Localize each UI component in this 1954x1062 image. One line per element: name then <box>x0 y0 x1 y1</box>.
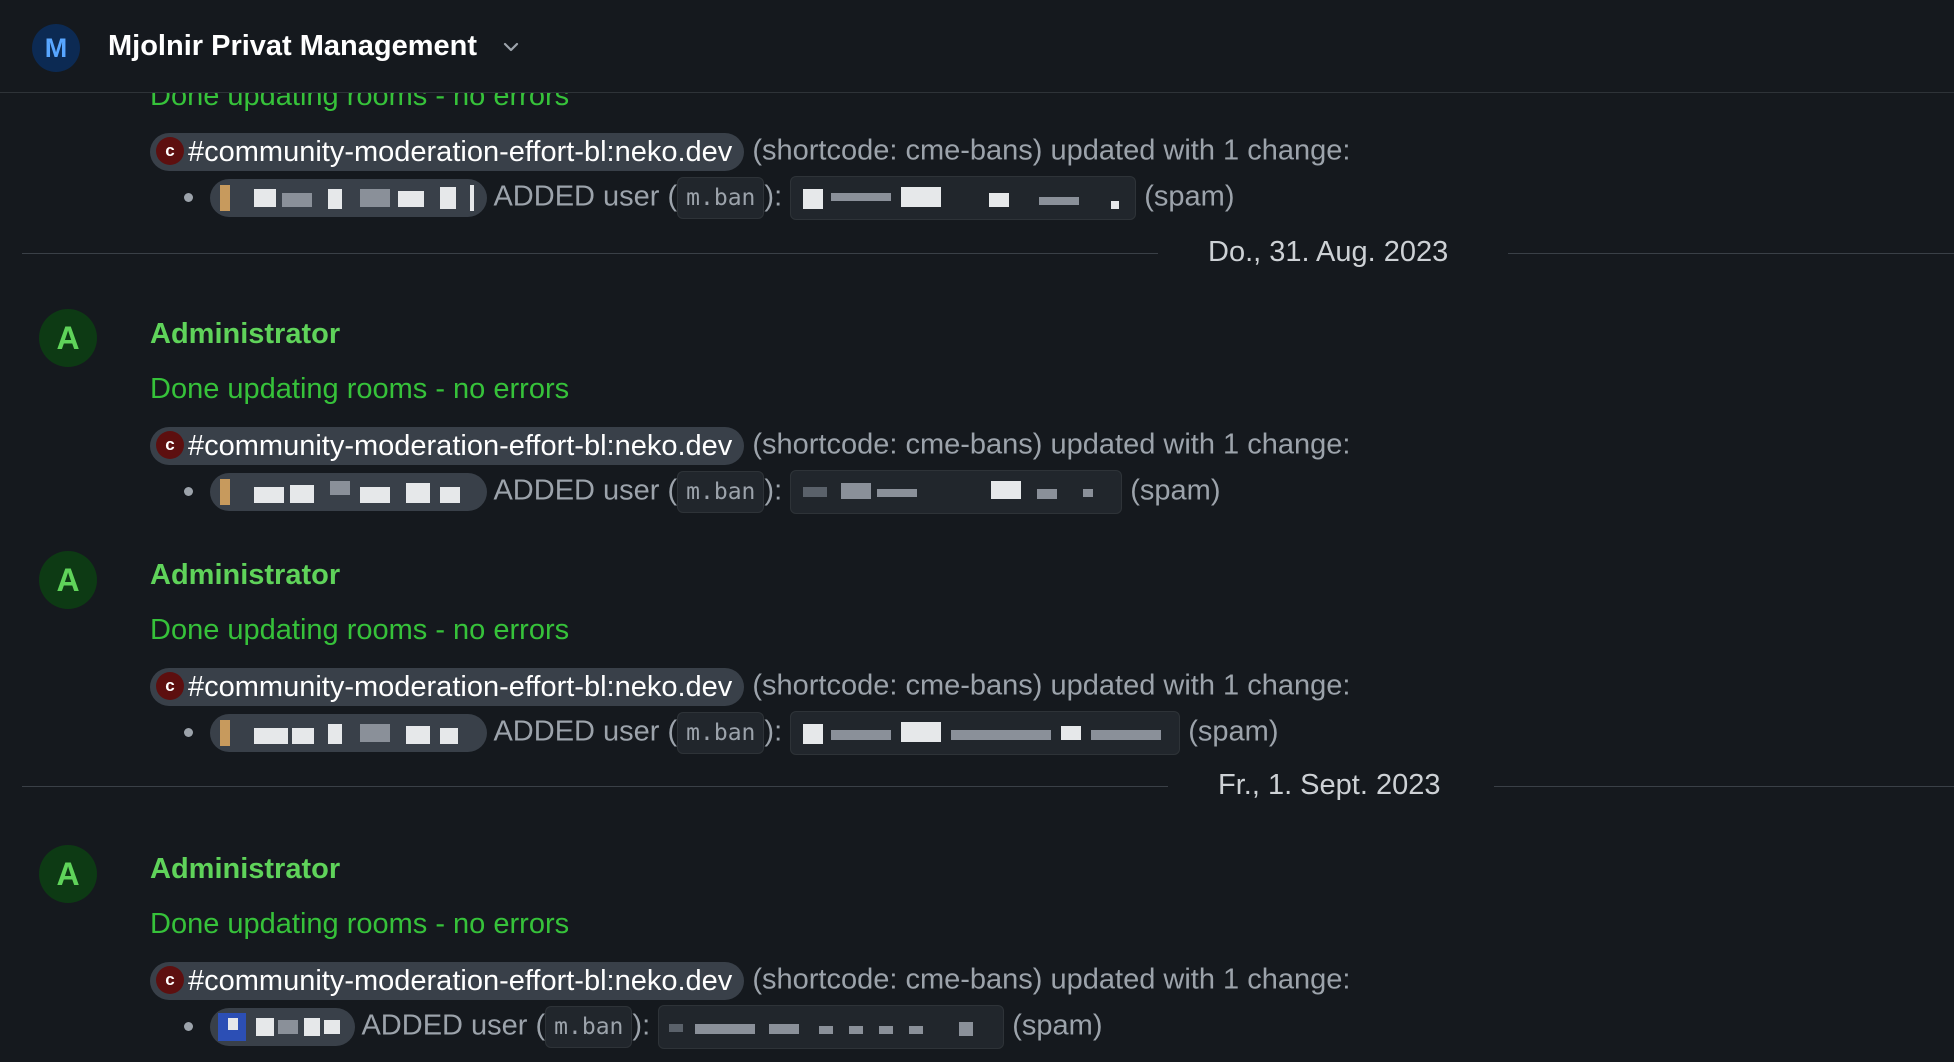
bullet-icon <box>184 728 193 737</box>
date-separator: Fr., 1. Sept. 2023 <box>1218 769 1441 801</box>
room-avatar[interactable]: M <box>32 24 80 72</box>
room-header: M Mjolnir Privat Management <box>0 0 1954 93</box>
sender-name[interactable]: Administrator <box>150 559 340 592</box>
user-pill-redacted[interactable] <box>210 714 487 752</box>
bullet-icon <box>184 193 193 202</box>
separator-line <box>22 253 1158 254</box>
room-pill[interactable]: c #community-moderation-effort-bl:neko.de… <box>150 962 745 1000</box>
ban-code: m.ban <box>677 177 765 219</box>
entity-redacted <box>790 176 1137 220</box>
ban-entry: ADDED user (m.ban): (spam) <box>210 1005 1103 1049</box>
entity-redacted <box>790 711 1181 755</box>
avatar[interactable]: A <box>39 845 97 903</box>
notice-text: Done updating rooms - no errors <box>150 614 570 646</box>
room-icon: c <box>156 966 184 995</box>
entity-redacted <box>790 470 1123 514</box>
user-pill-redacted[interactable] <box>210 473 487 511</box>
ban-code: m.ban <box>545 1006 633 1048</box>
added-user-text: ADDED user ( <box>361 1009 546 1042</box>
ban-code: m.ban <box>677 471 765 513</box>
notice-text: Done updating rooms - no errors <box>150 373 570 405</box>
list-update-line: c #community-moderation-effort-bl:neko.de… <box>150 427 1350 465</box>
list-update-line: c #community-moderation-effort-bl:neko.de… <box>150 133 1350 171</box>
notice-text: Done updating rooms - no errors <box>150 908 570 940</box>
added-user-text: ADDED user ( <box>493 474 678 507</box>
ban-entry: ADDED user (m.ban): (spam) <box>210 470 1221 514</box>
reason-text: (spam) <box>1188 715 1279 748</box>
room-alias: #community-moderation-effort-bl:neko.dev <box>188 671 733 703</box>
date-separator: Do., 31. Aug. 2023 <box>1208 236 1449 268</box>
added-user-text: ADDED user ( <box>493 180 678 213</box>
avatar[interactable]: A <box>39 309 97 367</box>
ban-entry: ADDED user (m.ban): (spam) <box>210 176 1235 220</box>
separator-line <box>22 786 1168 787</box>
entity-redacted <box>658 1005 1005 1049</box>
update-text: (shortcode: cme-bans) updated with 1 cha… <box>752 963 1351 996</box>
separator-line <box>1508 253 1954 254</box>
sender-name[interactable]: Administrator <box>150 318 340 351</box>
close-paren: ): <box>764 715 783 748</box>
room-pill[interactable]: c #community-moderation-effort-bl:neko.de… <box>150 668 745 706</box>
user-pill-redacted[interactable] <box>210 1008 355 1046</box>
separator-line <box>1494 786 1954 787</box>
timeline: Done updating rooms - no errors c #commun… <box>0 0 1954 1062</box>
ban-entry: ADDED user (m.ban): (spam) <box>210 711 1279 755</box>
room-icon: c <box>156 672 184 701</box>
room-icon: c <box>156 431 184 460</box>
room-icon: c <box>156 137 184 166</box>
room-alias: #community-moderation-effort-bl:neko.dev <box>188 430 733 462</box>
close-paren: ): <box>764 474 783 507</box>
room-pill[interactable]: c #community-moderation-effort-bl:neko.de… <box>150 427 745 465</box>
update-text: (shortcode: cme-bans) updated with 1 cha… <box>752 134 1351 167</box>
close-paren: ): <box>632 1009 651 1042</box>
sender-name[interactable]: Administrator <box>150 853 340 886</box>
added-user-text: ADDED user ( <box>493 715 678 748</box>
avatar[interactable]: A <box>39 551 97 609</box>
list-update-line: c #community-moderation-effort-bl:neko.de… <box>150 668 1350 706</box>
bullet-icon <box>184 1022 193 1031</box>
reason-text: (spam) <box>1130 474 1221 507</box>
room-alias: #community-moderation-effort-bl:neko.dev <box>188 136 733 168</box>
close-paren: ): <box>764 180 783 213</box>
chevron-down-icon[interactable] <box>502 38 520 56</box>
update-text: (shortcode: cme-bans) updated with 1 cha… <box>752 428 1351 461</box>
user-pill-redacted[interactable] <box>210 179 487 217</box>
ban-code: m.ban <box>677 712 765 754</box>
update-text: (shortcode: cme-bans) updated with 1 cha… <box>752 669 1351 702</box>
room-alias: #community-moderation-effort-bl:neko.dev <box>188 965 733 997</box>
room-name[interactable]: Mjolnir Privat Management <box>108 30 477 63</box>
bullet-icon <box>184 487 193 496</box>
reason-text: (spam) <box>1012 1009 1103 1042</box>
room-pill[interactable]: c #community-moderation-effort-bl:neko.de… <box>150 133 745 171</box>
list-update-line: c #community-moderation-effort-bl:neko.de… <box>150 962 1350 1000</box>
reason-text: (spam) <box>1144 180 1235 213</box>
